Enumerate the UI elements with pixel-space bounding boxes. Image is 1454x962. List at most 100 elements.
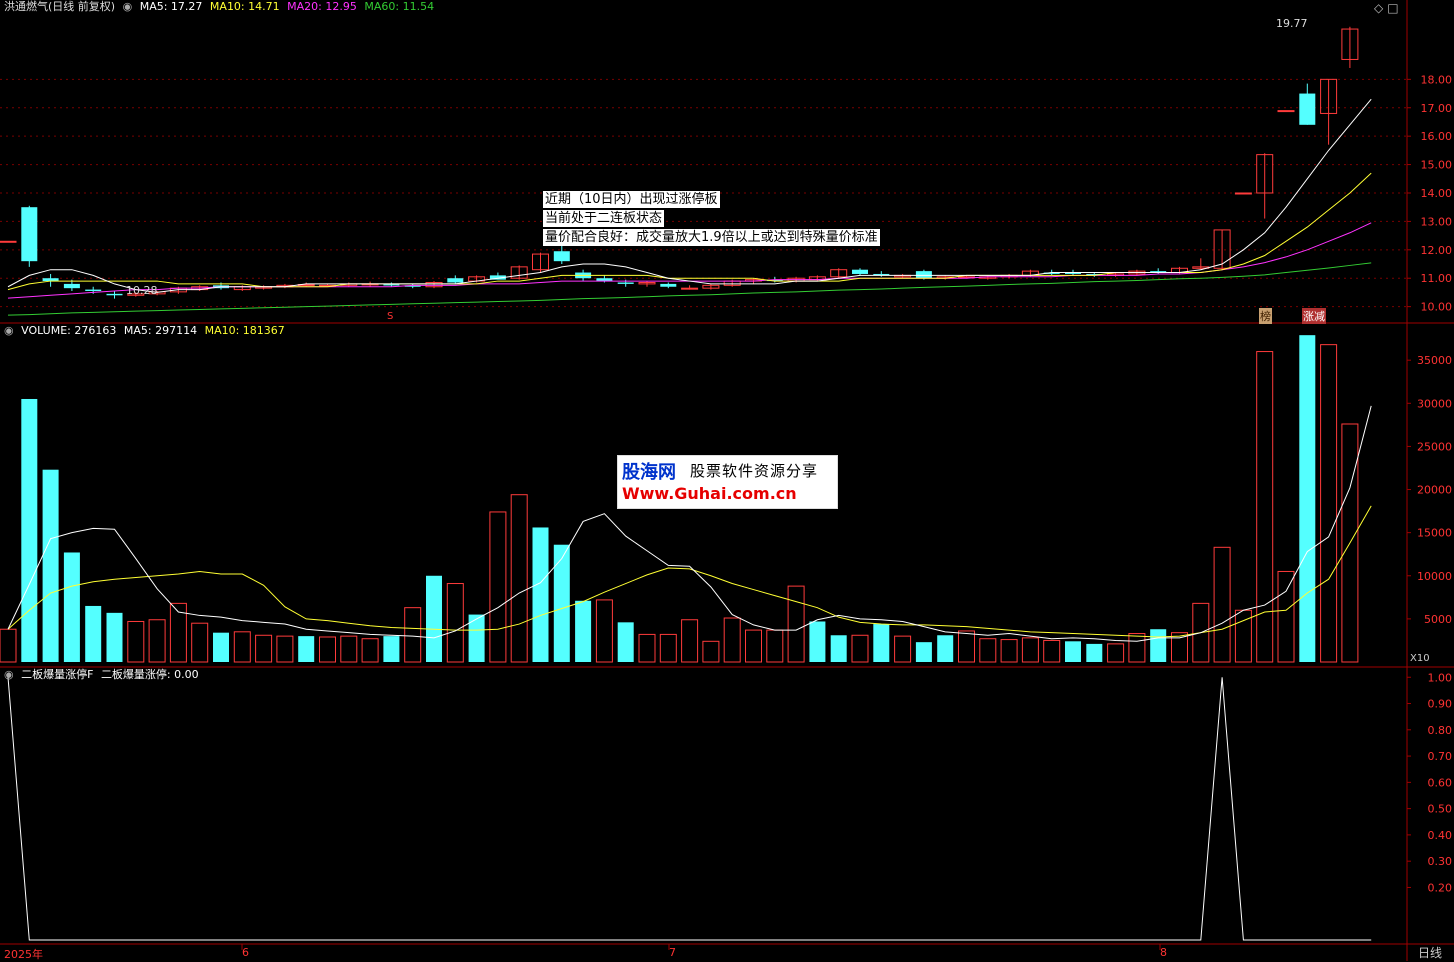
y-tick-label: 10.00 (1421, 301, 1453, 314)
volume-bar (659, 633, 677, 663)
ma20-readout: MA20: 12.95 (287, 0, 357, 13)
volume-bar (1277, 570, 1295, 663)
volume-bar (575, 600, 592, 662)
volume-bar (106, 612, 123, 662)
indicator-panel-header: ◉ 二板爆量涨停F 二板爆量涨停: 0.00 (4, 668, 203, 682)
vol-ma5-line (7, 405, 1372, 642)
y-tick-label: 30000 (1417, 397, 1452, 410)
volume-bar (745, 629, 762, 663)
y-tick-label: 17.00 (1421, 102, 1453, 115)
y-tick-label: 0.40 (1428, 829, 1453, 842)
volume-bar (1065, 641, 1081, 662)
volume-bar (85, 605, 102, 662)
panel-controls[interactable]: ◇ □ (1374, 1, 1403, 15)
volume-bar (383, 636, 400, 662)
ma10-readout: MA10: 14.71 (209, 0, 280, 13)
low-price-label: 10.28 (126, 284, 158, 297)
volume-bar (787, 585, 805, 663)
volume-bar (958, 630, 975, 663)
watermark-slogan: 股票软件资源分享 (690, 462, 819, 480)
volume-bar (681, 619, 699, 663)
candle (915, 271, 932, 279)
volume-bar (426, 575, 442, 662)
tag-bang: 榜 (1259, 308, 1272, 324)
volume-panel-header: ◉ VOLUME: 276163 MA5: 297114 MA10: 18136… (4, 324, 289, 338)
indicator-line (7, 677, 1372, 941)
indicator-readout: 二板爆量涨停: 0.00 (100, 668, 199, 681)
volume-bar (148, 619, 166, 663)
volume-bar (1128, 633, 1146, 663)
y-tick-label: 11.00 (1421, 272, 1453, 285)
watermark-logo: 股海网 股票软件资源分享 Www.Guhai.com.cn (617, 455, 838, 509)
volume-bar (873, 624, 890, 662)
candle (63, 283, 80, 289)
volume-bar (21, 398, 38, 662)
y-tick-label: 12.00 (1421, 244, 1453, 257)
volume-bar (1107, 643, 1125, 663)
volume-unit: X10 (1410, 653, 1430, 664)
candle (106, 293, 123, 296)
y-tick-label: 18.00 (1421, 73, 1453, 86)
volume-bar (937, 635, 954, 662)
watermark-url: Www.Guhai.com.cn (622, 484, 797, 503)
volume-bar (702, 640, 720, 663)
y-tick-label: 0.90 (1428, 698, 1453, 711)
volume-bar (510, 494, 528, 663)
y-tick-label: 0.50 (1428, 803, 1453, 816)
candle (1299, 93, 1316, 125)
volume-bar (723, 617, 741, 663)
volume-bar (1299, 335, 1316, 662)
volume-bar (42, 469, 59, 662)
x-axis-label: 6 (242, 946, 249, 959)
volume-bar (532, 527, 549, 662)
vol-ma10-line (7, 505, 1372, 638)
period-label[interactable]: 日线 (1418, 946, 1442, 960)
y-tick-label: 0.30 (1428, 855, 1453, 868)
annotation-limit-up: 近期（10日内）出现过涨停板 (543, 191, 720, 208)
volume-bar (233, 631, 251, 663)
volume-bar (446, 583, 464, 663)
candle (553, 251, 570, 262)
volume-bar (1171, 632, 1188, 663)
volume-bar (1000, 639, 1018, 663)
volume-bar (1150, 629, 1167, 662)
y-tick-label: 16.00 (1421, 130, 1453, 143)
volume-bar (595, 599, 613, 663)
candle (852, 269, 868, 274)
volume-bar (213, 632, 229, 662)
volume-bar (340, 635, 358, 663)
candle (660, 283, 677, 287)
y-tick-label: 0.20 (1428, 881, 1453, 894)
y-tick-label: 0.80 (1428, 724, 1453, 737)
settings-icon[interactable]: ◉ (4, 668, 14, 681)
volume-bar (851, 634, 869, 663)
square-icon[interactable]: □ (1387, 1, 1398, 15)
price-panel-header: 洪通燃气(日线 前复权) ◉ MA5: 17.27 MA10: 14.71 MA… (4, 0, 438, 14)
annotation-volume-price: 量价配合良好：成交量放大1.9倍以上或达到特殊量价标准 (543, 229, 880, 246)
volume-bar (276, 635, 294, 663)
candle (1234, 192, 1252, 195)
volume-bar (638, 633, 656, 663)
volume-bar (1256, 351, 1274, 663)
y-tick-label: 35000 (1417, 354, 1452, 367)
volume-bar (553, 544, 570, 662)
volume-bar (1086, 643, 1103, 662)
settings-icon[interactable]: ◉ (4, 324, 14, 337)
settings-icon[interactable]: ◉ (123, 0, 133, 13)
s-marker: S (387, 311, 394, 322)
tag-zhangjian: 涨减 (1302, 308, 1326, 324)
x-axis-label: 8 (1160, 946, 1167, 959)
diamond-icon[interactable]: ◇ (1374, 1, 1383, 15)
volume-bar (298, 636, 315, 662)
volume-bar (489, 511, 507, 663)
volume-bar (1043, 639, 1061, 663)
y-tick-label: 5000 (1424, 613, 1452, 626)
candle (383, 284, 400, 286)
volume-bar (255, 634, 273, 663)
y-tick-label: 0.60 (1428, 776, 1453, 789)
y-tick-label: 0.70 (1428, 750, 1453, 763)
ma60-readout: MA60: 11.54 (364, 0, 435, 13)
volume-bar (979, 638, 997, 663)
y-tick-label: 15.00 (1421, 159, 1453, 172)
volume-bar (809, 621, 826, 662)
